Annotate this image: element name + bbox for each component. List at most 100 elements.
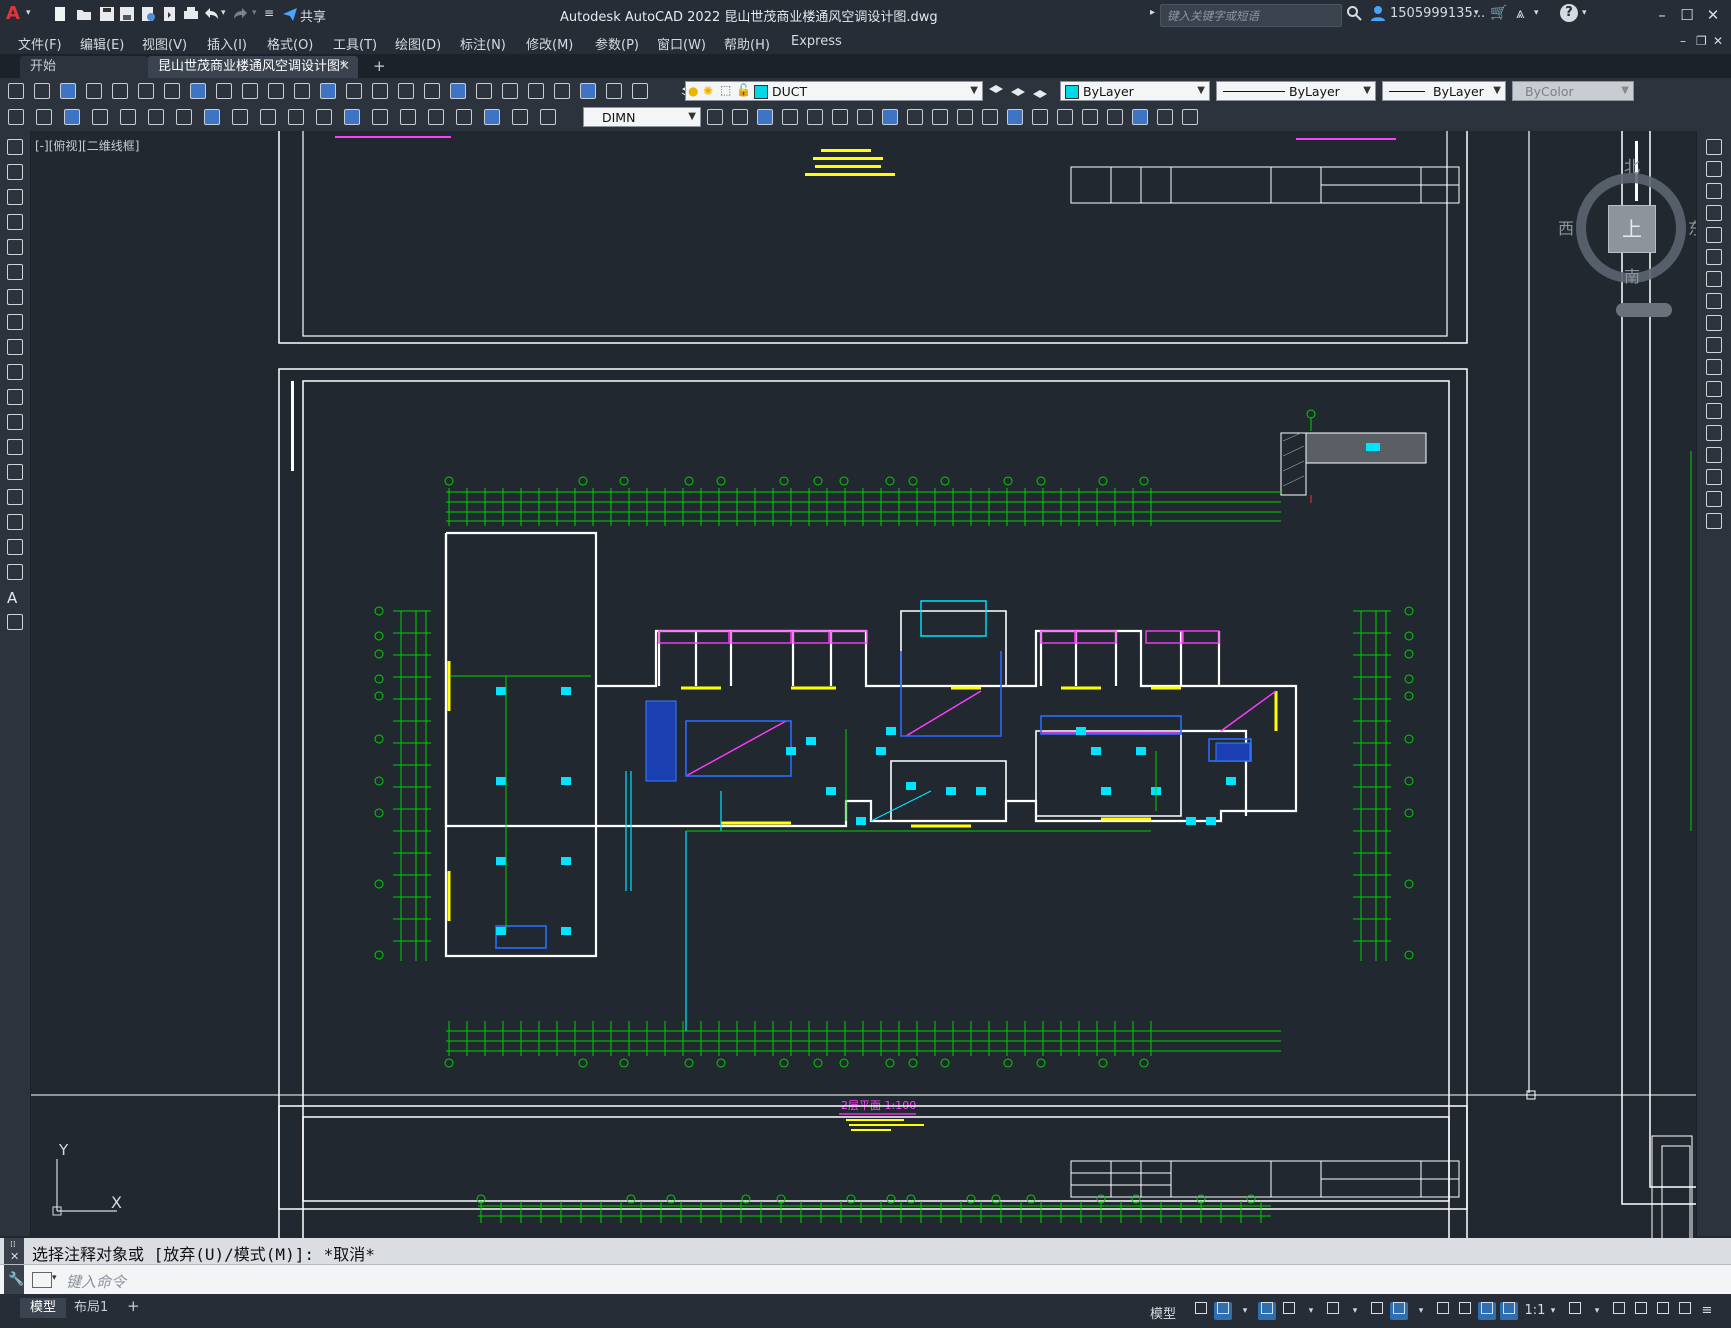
open-icon[interactable] [34,83,50,99]
redo-dropdown-icon[interactable]: ▾ [252,8,257,18]
new-file-icon[interactable] [52,6,68,22]
isolate-objects-icon[interactable] [1632,1302,1650,1320]
dim-space-icon[interactable] [316,109,332,125]
menu-view[interactable]: 视图(V) [142,34,187,53]
menu-parametric[interactable]: 参数(P) [595,34,639,53]
copy-r-icon[interactable] [1706,161,1722,177]
layer-previous-icon[interactable] [1010,83,1026,103]
break-icon[interactable] [1007,109,1023,125]
line-icon[interactable] [7,139,23,155]
layer-lock-icon[interactable]: 🔓 [736,83,751,97]
doc-restore-icon[interactable]: ❐ [1696,34,1707,48]
menu-dimension[interactable]: 标注(N) [460,34,506,53]
save-web-icon[interactable] [162,6,178,22]
ortho-icon[interactable] [1258,1302,1276,1320]
jogged-linear-icon[interactable] [456,109,472,125]
stretch-icon[interactable] [907,109,923,125]
chamfer-icon[interactable] [1057,109,1073,125]
rotate-icon[interactable] [857,109,873,125]
command-input[interactable]: 键入命令 [66,1271,126,1292]
menu-edit[interactable]: 编辑(E) [80,34,124,53]
zoom-realtime-icon[interactable] [398,83,414,99]
app-menu-chevron-icon[interactable]: ▾ [26,8,31,18]
erase-r-icon[interactable] [1706,139,1722,155]
plot-preview-icon[interactable] [112,83,128,99]
block-editor-icon[interactable] [294,83,310,99]
menu-file[interactable]: 文件(F) [18,34,62,53]
open-file-icon[interactable] [76,6,92,22]
cut-icon[interactable] [190,83,206,99]
mirror-icon[interactable] [757,109,773,125]
polyline-icon[interactable] [7,189,23,205]
snap-icon[interactable] [1214,1302,1232,1320]
multiline-text-icon[interactable]: A [7,589,23,607]
undo-icon[interactable] [203,6,219,22]
add-selected-icon[interactable] [7,614,23,630]
center-mark-icon[interactable] [400,109,416,125]
a360-dropdown-icon[interactable]: ▾ [1534,8,1539,18]
undo-icon[interactable] [320,83,336,99]
search-icon[interactable] [1346,5,1362,25]
dim-text-edit-icon[interactable] [512,109,528,125]
share-label[interactable]: 共享 [300,6,326,25]
save-as-icon[interactable] [119,6,135,22]
layer-viewport-icon[interactable]: ⬚ [720,83,731,97]
plot-icon[interactable] [183,6,199,22]
array-r-icon[interactable] [1706,227,1722,243]
viewcube[interactable]: 上 北 南 西 东 [1556,153,1696,323]
osnap-icon[interactable] [1390,1302,1408,1320]
properties-icon[interactable] [476,83,492,99]
isodraft-icon[interactable] [1324,1302,1342,1320]
hardware-acceleration-icon[interactable] [1654,1302,1672,1320]
break-r-icon[interactable] [1706,403,1722,419]
blend-r-icon[interactable] [1706,491,1722,507]
dim-diameter-icon[interactable] [176,109,192,125]
trim-r-icon[interactable] [1706,337,1722,353]
dimstyle-dropdown[interactable]: DIMN ▼ [583,107,701,127]
move-r-icon[interactable] [1706,249,1722,265]
undo-dropdown-icon[interactable]: ▾ [221,8,226,18]
sheet-set-icon[interactable] [554,83,570,99]
dim-edit-icon[interactable] [484,109,500,125]
copy-icon[interactable] [216,83,232,99]
pan-icon[interactable] [372,83,388,99]
autocad-logo-icon[interactable]: A [6,3,20,24]
make-current-layer-icon[interactable] [988,83,1004,103]
zoom-window-icon[interactable] [424,83,440,99]
layout-tab-layout1[interactable]: 布局1 [64,1298,118,1318]
dim-radius-icon[interactable] [120,109,136,125]
extend-icon[interactable] [957,109,973,125]
user-name[interactable]: 1505999135... [1390,6,1485,21]
user-dropdown-icon[interactable]: ▾ [1474,8,1479,18]
new-icon[interactable] [8,83,24,99]
menu-draw[interactable]: 绘图(D) [395,34,441,53]
tab-close-icon[interactable]: ✕ [339,56,350,78]
viewcube-south[interactable]: 南 [1624,263,1640,287]
arc-icon[interactable] [7,264,23,280]
layer-on-icon[interactable]: ● [688,84,698,98]
ellipse-arc-icon[interactable] [7,389,23,405]
scale-icon[interactable] [882,109,898,125]
open-web-icon[interactable] [140,6,156,22]
join-r-icon[interactable] [1706,425,1722,441]
menu-help[interactable]: 帮助(H) [724,34,770,53]
erase-icon[interactable] [707,109,723,125]
revcloud-icon[interactable] [7,314,23,330]
polygon-icon[interactable] [7,214,23,230]
design-center-icon[interactable] [502,83,518,99]
doc-close-icon[interactable]: ✕ [1713,34,1723,48]
table-icon[interactable] [7,564,23,580]
inspect-icon[interactable] [428,109,444,125]
save-icon[interactable] [60,83,76,99]
match-properties-icon[interactable] [268,83,284,99]
command-input-bar[interactable]: 🔧 ▾ 键入命令 [0,1264,1731,1295]
gradient-icon[interactable] [7,514,23,530]
hatch-icon[interactable] [7,489,23,505]
circle-icon[interactable] [7,289,23,305]
annotation-visibility-icon[interactable] [1478,1302,1496,1320]
share-icon[interactable] [282,6,298,22]
drawing-canvas[interactable]: [-][俯视][二维线框] 2层平面 1:100 上 北 南 西 Y X [31,131,1696,1238]
snap-dropdown-icon[interactable]: ▾ [1236,1302,1254,1320]
break-point-r-icon[interactable] [1706,381,1722,397]
wcs-menu-button[interactable] [1616,303,1672,317]
